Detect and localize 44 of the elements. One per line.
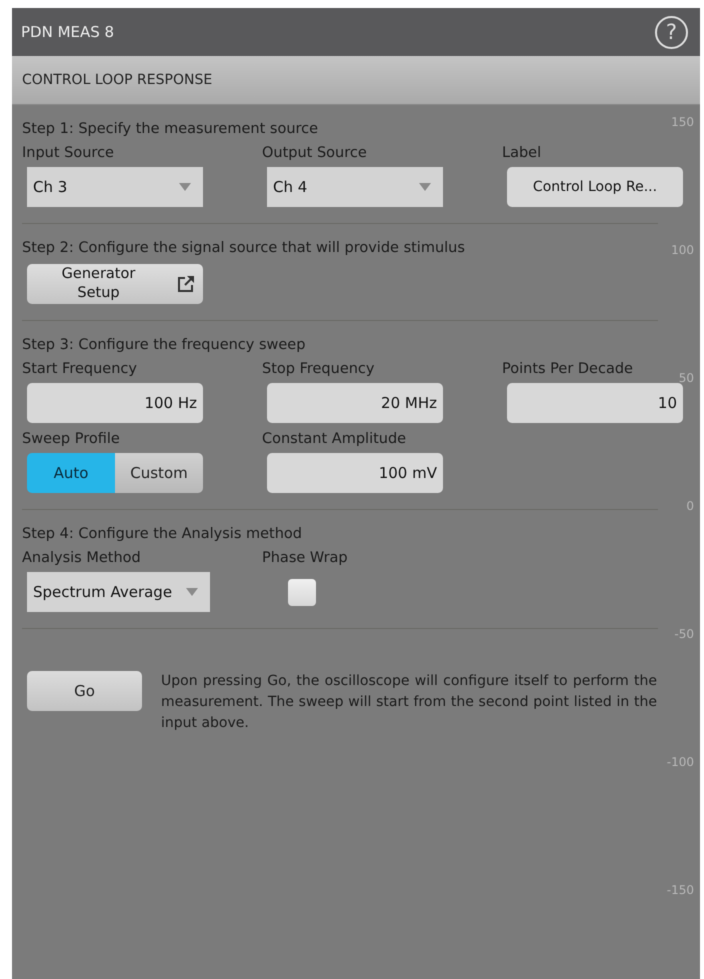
dropdown-value: Ch 4 xyxy=(273,178,308,196)
input-field[interactable]: 20 MHz xyxy=(267,383,443,423)
external-link-icon xyxy=(177,275,195,293)
dropdown[interactable]: Spectrum Average xyxy=(27,572,210,612)
dropdown[interactable]: Ch 3 xyxy=(27,167,203,207)
field-label: Input Source xyxy=(22,145,115,161)
help-button[interactable]: ? xyxy=(655,16,688,48)
generator-setup-button[interactable]: Generator Setup xyxy=(27,264,203,304)
field-label: Phase Wrap xyxy=(262,550,349,566)
field-label: Points Per Decade xyxy=(502,361,634,377)
caret-icon xyxy=(186,588,198,596)
axis-label: 0 xyxy=(686,498,694,515)
header-title: CONTROL LOOP RESPONSE xyxy=(22,72,212,88)
dropdown-value: Ch 3 xyxy=(33,178,68,196)
input-field[interactable]: 100 Hz xyxy=(27,383,203,423)
dropdown[interactable]: Ch 4 xyxy=(267,167,443,207)
field-label: Start Frequency xyxy=(22,361,138,377)
field-label: Sweep Profile xyxy=(22,431,121,447)
axis-label: -50 xyxy=(674,626,694,643)
step-title: Step 2: Configure the signal source that will provide stimulus xyxy=(22,240,466,256)
step-title: Step 1: Specify the measurement source xyxy=(22,121,320,137)
axis-label: -150 xyxy=(666,882,694,899)
input-field[interactable]: 10 xyxy=(507,383,683,423)
field-label: Constant Amplitude xyxy=(262,431,408,447)
checkbox[interactable] xyxy=(288,578,316,606)
input-field[interactable]: 100 mV xyxy=(267,453,443,493)
field-label: Analysis Method xyxy=(22,550,142,566)
axis-label: 150 xyxy=(671,114,694,131)
label-button[interactable]: Control Loop Re... xyxy=(507,167,683,207)
step-title: Step 3: Configure the frequency sweep xyxy=(22,337,306,353)
field-label: Output Source xyxy=(262,145,368,161)
caret-icon xyxy=(419,183,431,191)
go-button[interactable]: Go xyxy=(27,671,142,711)
axis-label: 100 xyxy=(671,242,694,259)
segment-button[interactable]: Custom xyxy=(115,453,203,493)
window-title: PDN MEAS 8 xyxy=(21,23,114,41)
field-label: Stop Frequency xyxy=(262,361,376,377)
dropdown-value: Spectrum Average xyxy=(33,583,172,601)
step-title: Step 4: Configure the Analysis method xyxy=(22,526,303,542)
axis-label: -100 xyxy=(666,754,694,771)
segment-button[interactable]: Auto xyxy=(27,453,115,493)
instruction-text: Upon pressing Go, the oscilloscope will configure itself to perform the measurement. The sweep will start from the second point listed in the input above. xyxy=(161,672,657,733)
field-label: Label xyxy=(502,145,542,161)
caret-icon xyxy=(179,183,191,191)
